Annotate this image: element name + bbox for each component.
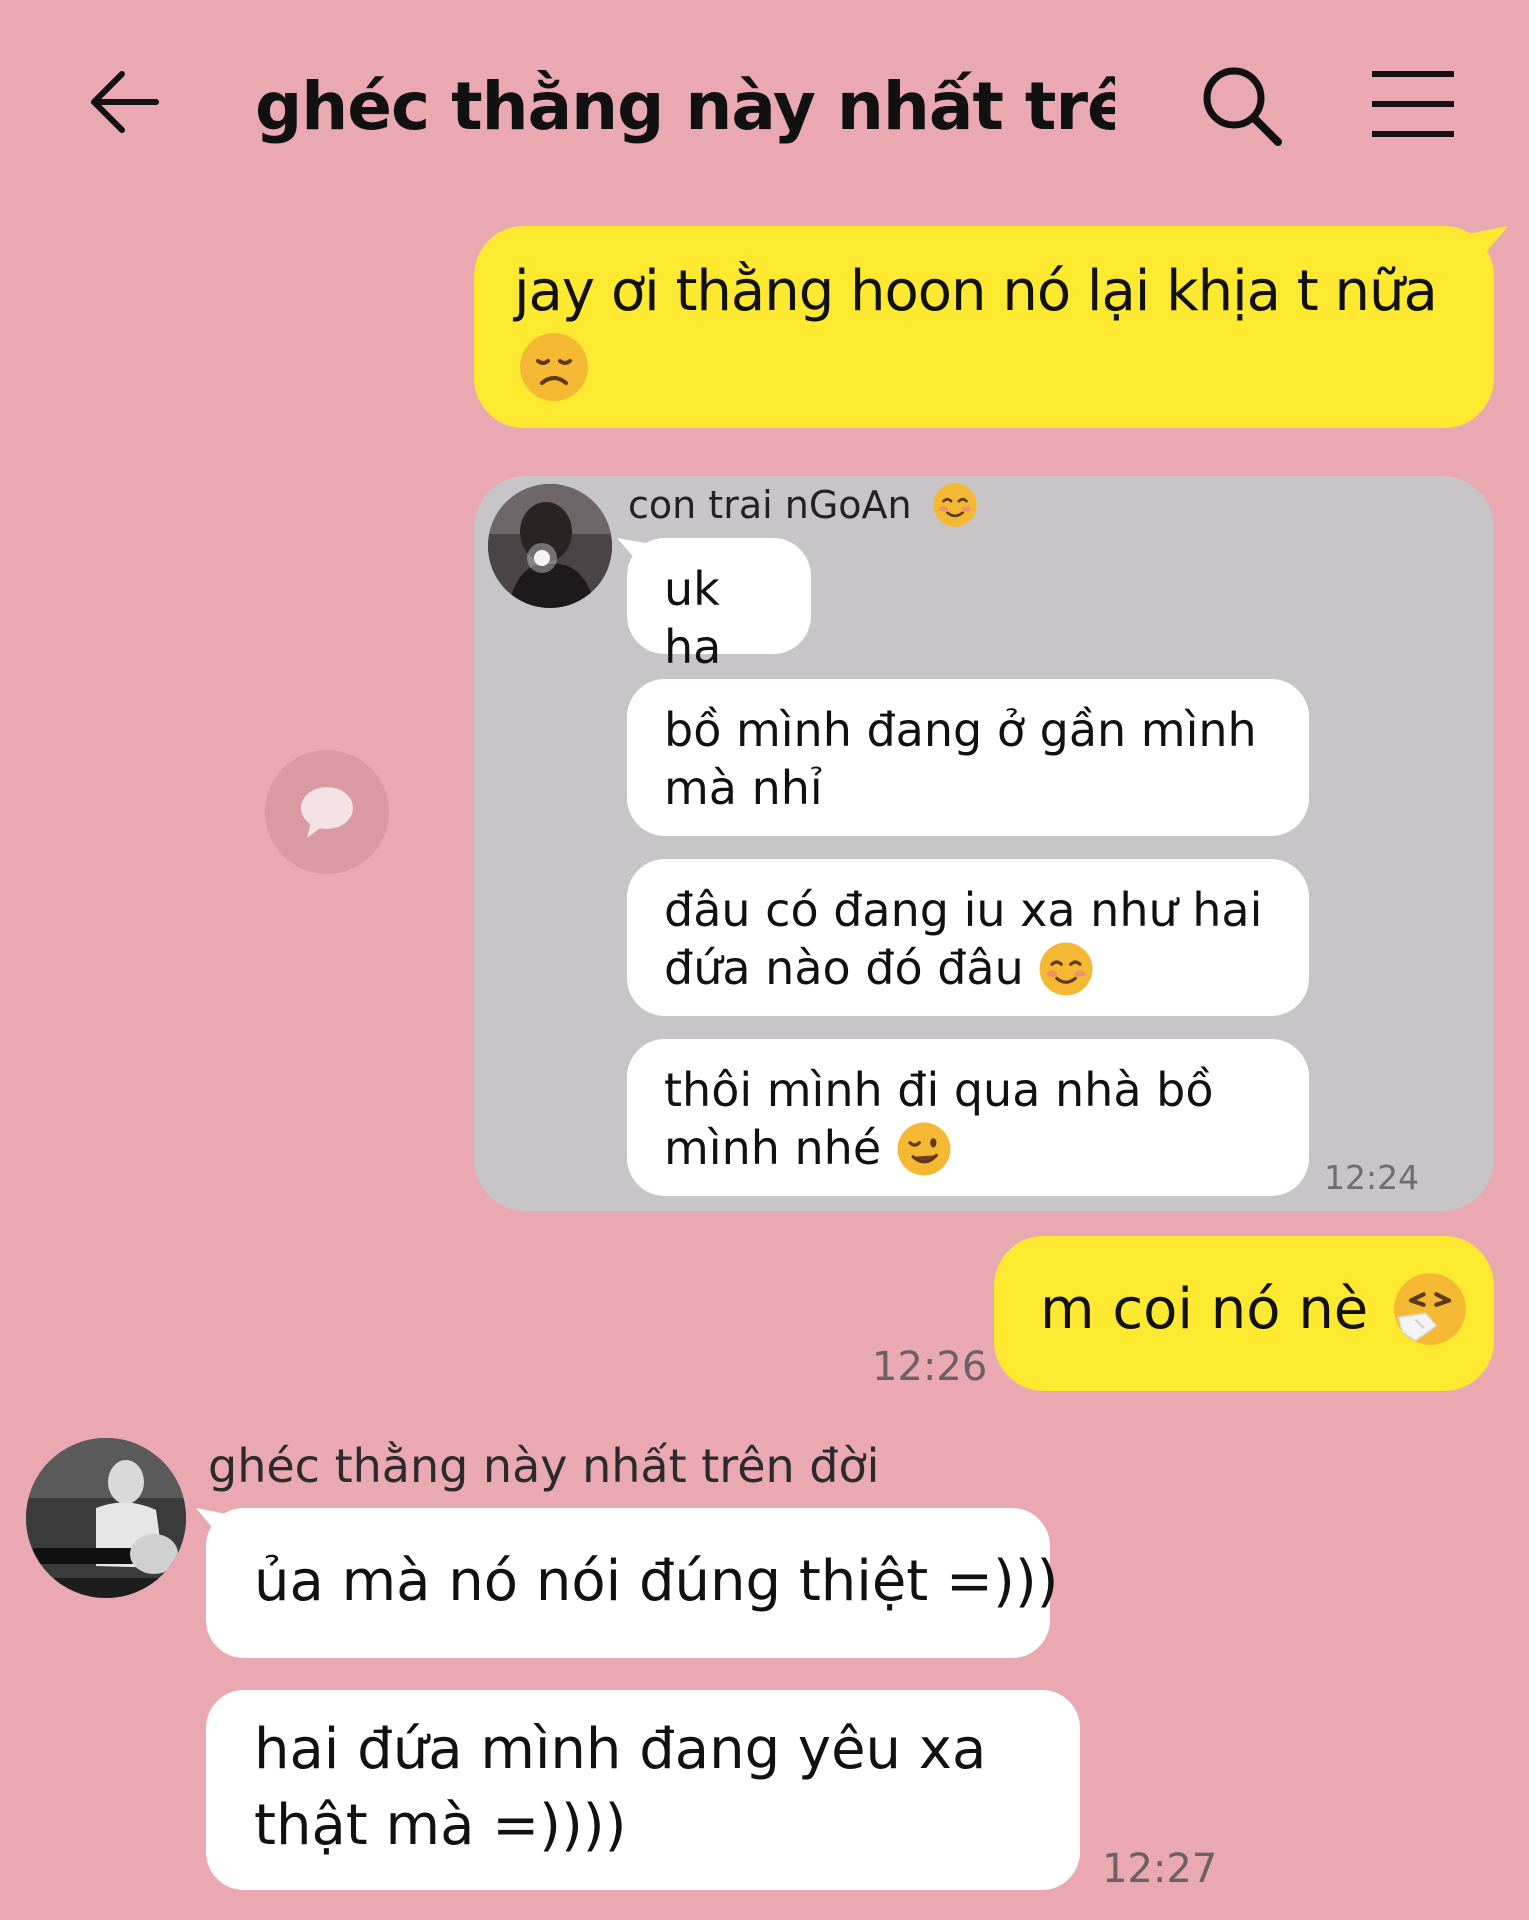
- message-text: uk ha: [664, 562, 722, 674]
- sender-name-text: con trai nGoAn: [628, 483, 912, 527]
- hamburger-menu-icon: [1372, 71, 1454, 137]
- share-button[interactable]: [265, 750, 389, 874]
- message-text: hai đứa mình đang yêu xa thật mà =)))): [254, 1717, 987, 1858]
- message-text: đâu có đang iu xa như hai đứa nào đó đâu: [664, 881, 1285, 997]
- bubble-tail: [1468, 226, 1508, 262]
- smiling-face-emoji-icon: [932, 482, 977, 527]
- back-arrow-icon: [91, 71, 159, 133]
- search-button[interactable]: [1200, 64, 1284, 148]
- avatar-image: [488, 484, 612, 608]
- message-text: m coi nó nè: [1040, 1272, 1468, 1347]
- avatar[interactable]: [488, 484, 612, 608]
- bubble-tail: [196, 1508, 236, 1544]
- outgoing-message-bubble[interactable]: m coi nó nè: [994, 1236, 1494, 1391]
- forwarded-bubble[interactable]: thôi mình đi qua nhà bồ mình nhé: [627, 1039, 1309, 1196]
- avatar[interactable]: [26, 1438, 186, 1598]
- sneezing-face-emoji-icon: [1394, 1272, 1466, 1345]
- forwarded-sender-name: con trai nGoAn: [628, 480, 978, 530]
- message-timestamp: 12:24: [1324, 1158, 1420, 1197]
- incoming-message-bubble[interactable]: hai đứa mình đang yêu xa thật mà =)))): [206, 1690, 1080, 1890]
- message-text-content: đâu có đang iu xa như hai đứa nào đó đâu: [664, 883, 1263, 995]
- chat-title: ghéc thằng này nhất trê...: [255, 68, 1115, 145]
- smiling-face-emoji-icon: [1039, 942, 1093, 995]
- back-button[interactable]: [84, 62, 164, 142]
- forwarded-bubble[interactable]: đâu có đang iu xa như hai đứa nào đó đâu: [627, 859, 1309, 1016]
- search-icon: [1203, 67, 1282, 146]
- incoming-message-bubble[interactable]: ủa mà nó nói đúng thiệt =))): [196, 1508, 1059, 1658]
- forwarded-bubble[interactable]: uk ha: [617, 538, 811, 674]
- menu-button[interactable]: [1370, 68, 1456, 140]
- message-text-content: jay ơi thằng hoon nó lại khịa t nữa: [514, 259, 1438, 324]
- message-text: jay ơi thằng hoon nó lại khịa t nữa: [514, 256, 1464, 403]
- message-timestamp: 12:26: [872, 1344, 988, 1390]
- chat-bubble-share-icon: [301, 787, 353, 838]
- avatar-image: [26, 1438, 186, 1598]
- winking-face-emoji-icon: [897, 1122, 951, 1175]
- bubble-tail: [617, 538, 651, 568]
- message-timestamp: 12:27: [1102, 1846, 1218, 1892]
- sender-name: ghéc thằng này nhất trên đời: [208, 1439, 880, 1493]
- message-text: thôi mình đi qua nhà bồ mình nhé: [664, 1061, 1285, 1177]
- message-text-content: m coi nó nè: [1040, 1277, 1369, 1342]
- disappointed-face-emoji-icon: [520, 332, 588, 401]
- forwarded-bubble[interactable]: bồ mình đang ở gần mình mà nhỉ: [627, 679, 1309, 836]
- outgoing-message-bubble[interactable]: jay ơi thằng hoon nó lại khịa t nữa: [474, 226, 1508, 428]
- message-text: bồ mình đang ở gần mình mà nhỉ: [664, 703, 1257, 815]
- message-text: ủa mà nó nói đúng thiệt =))): [254, 1549, 1059, 1614]
